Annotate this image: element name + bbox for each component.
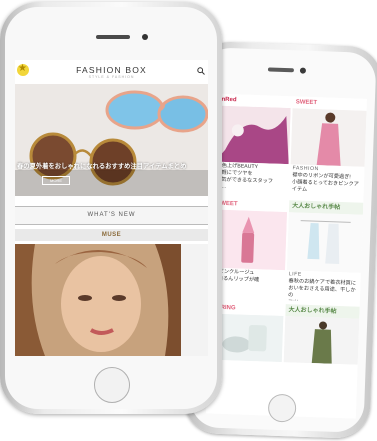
article-image-lipstick[interactable]	[210, 209, 287, 271]
article-image-inred[interactable]	[214, 105, 291, 165]
portrait-photo	[15, 244, 181, 356]
front-phone-screen: ★ FASHION BOX STYLE & FASHION 春の夏外着をおしゃれ…	[15, 60, 208, 356]
brand-subtitle: STYLE & FASHION	[88, 75, 135, 79]
article-image-life[interactable]	[286, 212, 363, 273]
hero-headline[interactable]: 春の夏外着をおしゃれになれるおすすめ注目アイテムまとめ	[15, 162, 208, 171]
front-phone-speaker	[96, 35, 130, 39]
muse-side-panel	[181, 244, 208, 356]
whats-new-button[interactable]: WHAT'S NEW	[15, 206, 208, 225]
search-icon[interactable]	[197, 67, 205, 77]
woman-outfit-illustration	[283, 316, 360, 365]
back-phone-speaker	[267, 67, 294, 73]
article-caption[interactable]: で色上げBEAUTY 手軽にでツヤを 活気ができるなスタッフ (M...	[214, 162, 289, 195]
hero-banner[interactable]: 春の夏外着をおしゃれになれるおすすめ注目アイテムまとめ MORE	[15, 84, 208, 196]
front-phone: ★ FASHION BOX STYLE & FASHION 春の夏外着をおしゃれ…	[0, 2, 222, 414]
brand-logo[interactable]: FASHION BOX	[15, 65, 208, 75]
section-title-muse: MUSE	[15, 229, 208, 241]
back-phone-screen: InRed で色上げBEAUTY 手軽にでツヤを 活気ができるなスタッフ (M.…	[205, 93, 367, 419]
article-image-fashion[interactable]	[290, 108, 367, 167]
article-caption-block[interactable]: FASHION 襟中のリボンが可愛過ぎ! 小顔着るとっておきピンクアイテム	[290, 164, 365, 197]
lipstick-icon	[210, 209, 287, 271]
lipstick-illustration	[214, 105, 291, 165]
article-image-outfit[interactable]	[283, 316, 360, 365]
front-phone-camera	[142, 34, 148, 40]
article-caption-block[interactable]: LIFE 春秋のお鍋ケアで着衣材質に おいをおさえる用途、干しかの コツ	[286, 270, 361, 303]
hanging-clothes-illustration	[286, 212, 363, 273]
hero-more-button[interactable]: MORE	[42, 176, 70, 185]
front-phone-home-button	[94, 367, 130, 403]
article-caption: 襟中のリボンが可愛過ぎ! 小顔着るとっておきピンクアイテム	[291, 172, 359, 193]
model-pink-dress-illustration	[290, 108, 367, 167]
muse-feature-image[interactable]	[15, 244, 181, 356]
app-header: ★ FASHION BOX STYLE & FASHION	[15, 60, 208, 84]
article-caption: 春秋のお鍋ケアで着衣材質に おいをおさえる用途、干しかの コツ	[287, 278, 357, 303]
article-column-right: SWEET FASHION 襟中のリボンが可愛過ぎ! 小顔着るとっておきピンクア…	[282, 96, 367, 418]
